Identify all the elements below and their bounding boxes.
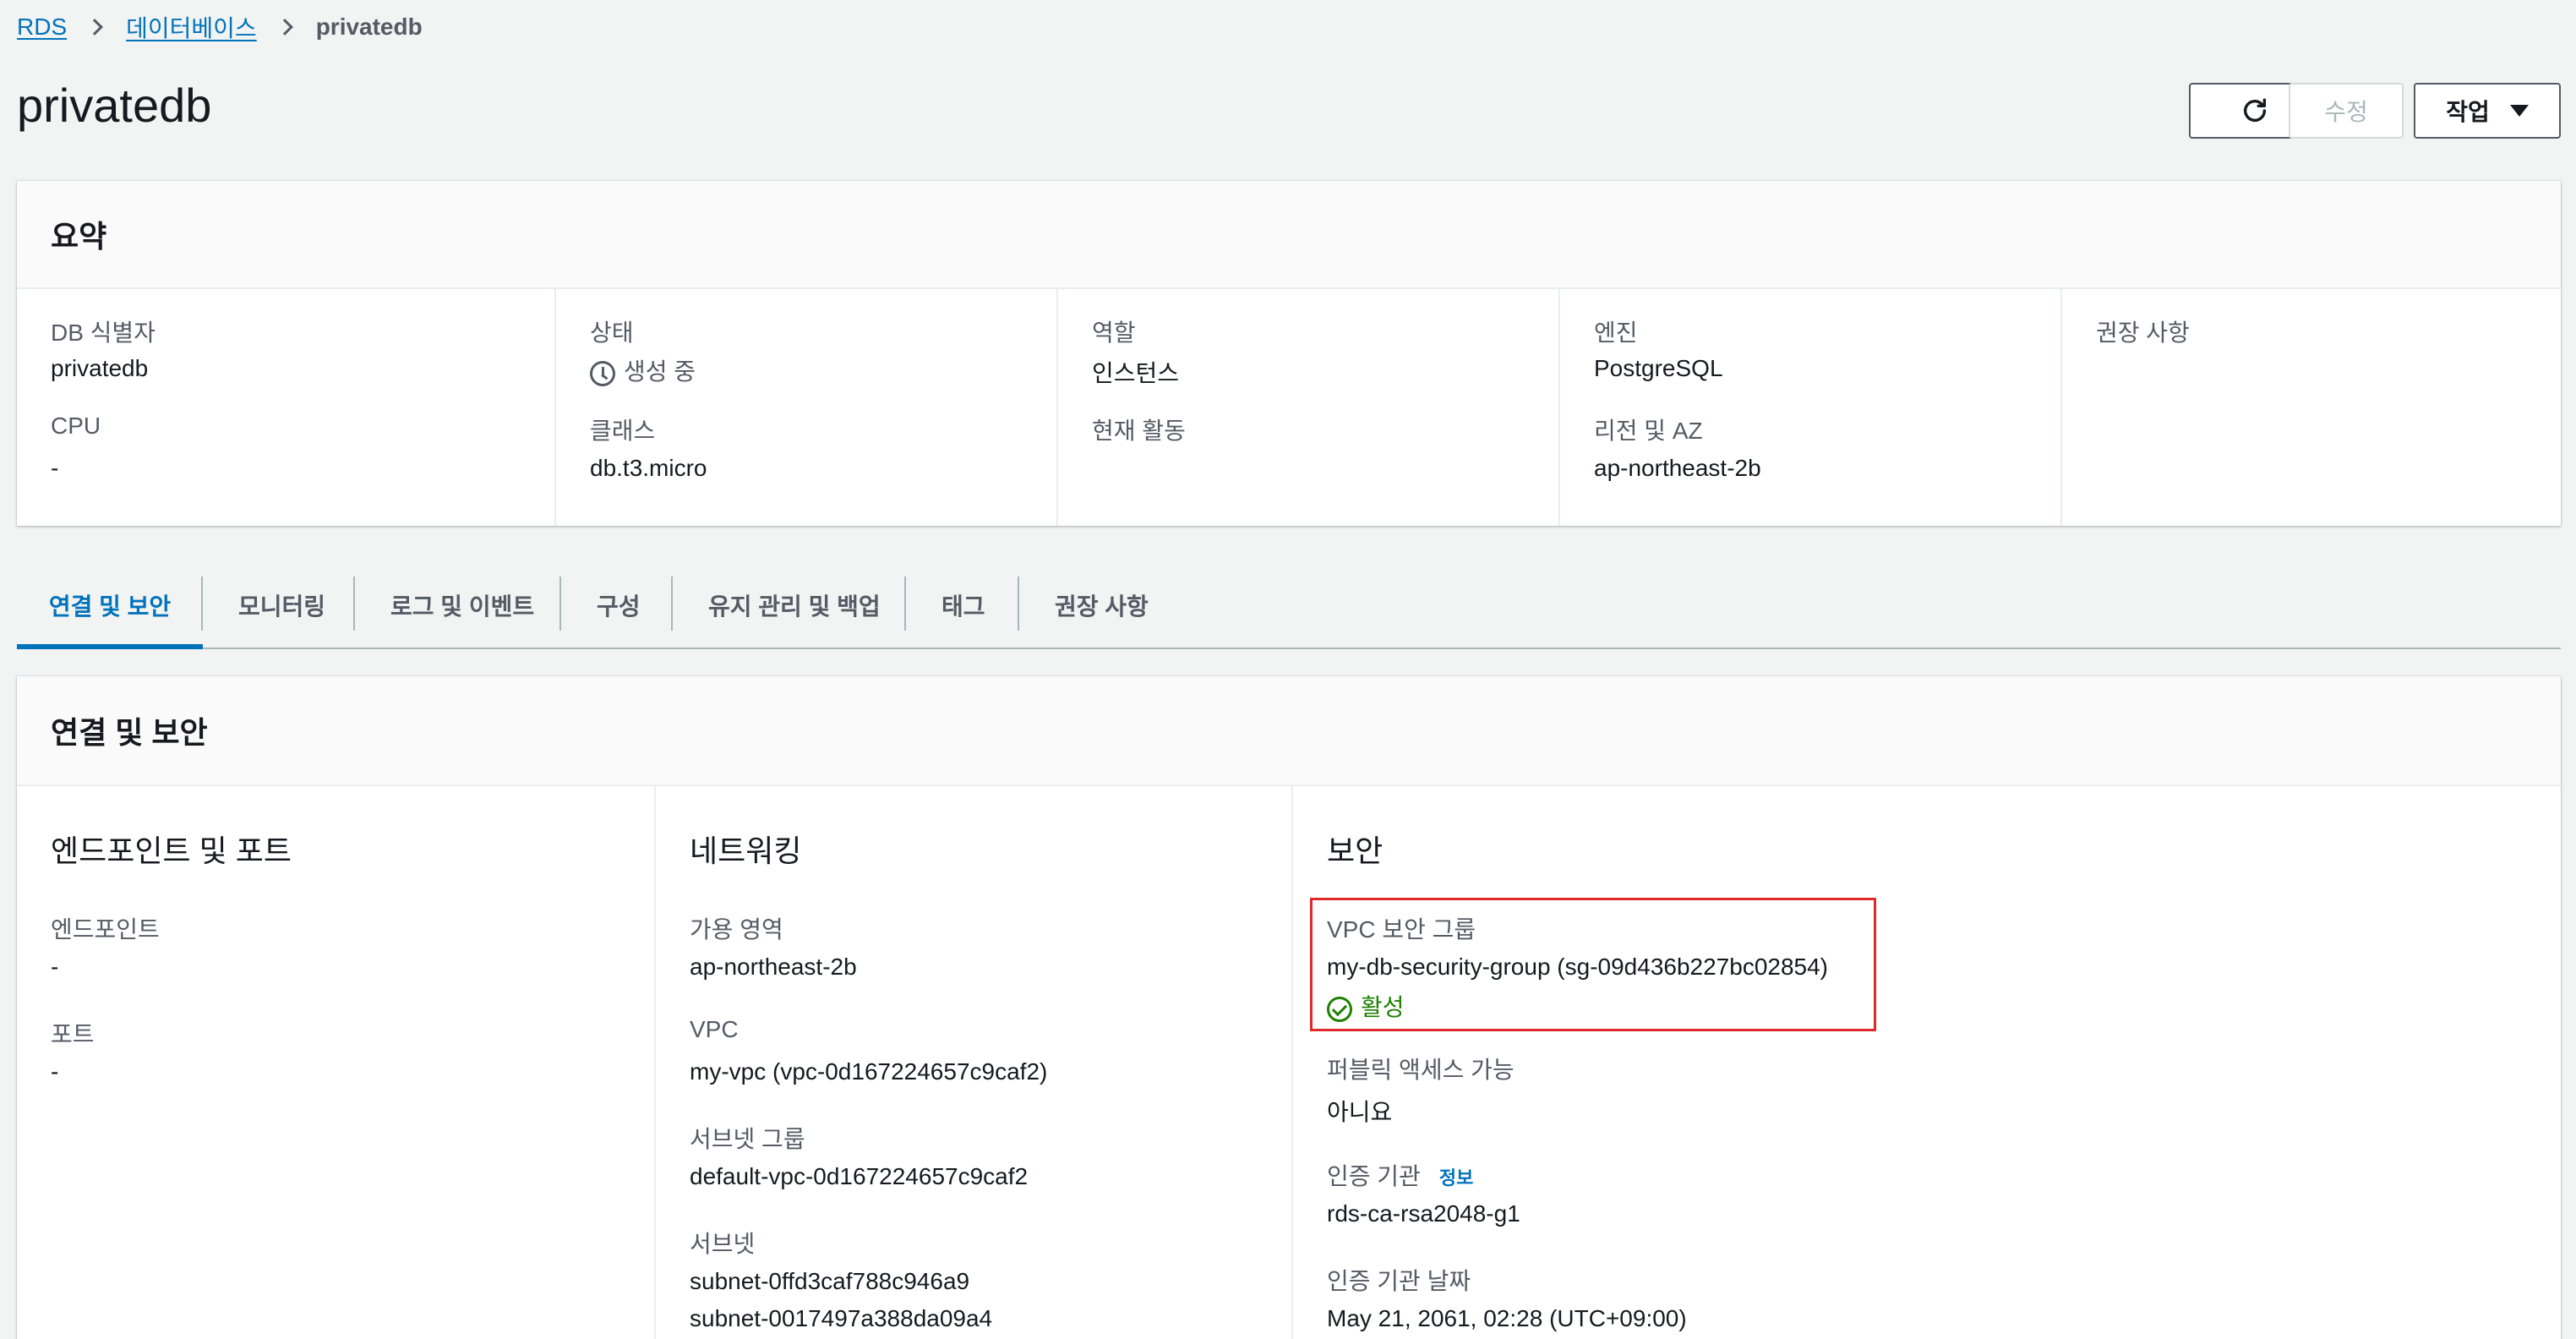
tab-configuration[interactable]: 구성 — [597, 563, 641, 648]
recommendations-label: 권장 사항 — [2096, 320, 2190, 346]
ca-date-value: May 21, 2061, 02:28 (UTC+09:00) — [1327, 1305, 1687, 1331]
tab-logs-events[interactable]: 로그 및 이벤트 — [390, 563, 534, 648]
subnet-link[interactable]: subnet-0ffd3caf788c946a9 — [690, 1268, 969, 1295]
tab-divider — [1018, 577, 1019, 631]
ca-label: 인증 기관 — [1327, 1163, 1421, 1189]
summary-title: 요약 — [17, 181, 2561, 289]
role-value: 인스턴스 — [1092, 360, 1180, 386]
db-identifier-value: privatedb — [51, 355, 149, 381]
networking-section-title: 네트워킹 — [690, 833, 802, 868]
endpoint-section-title: 엔드포인트 및 포트 — [51, 833, 292, 868]
refresh-icon — [2243, 98, 2267, 122]
chevron-right-icon — [86, 19, 104, 36]
engine-value: PostgreSQL — [1594, 355, 1723, 381]
clock-icon — [590, 360, 615, 386]
ca-value: rds-ca-rsa2048-g1 — [1327, 1200, 1520, 1227]
tab-divider — [559, 577, 561, 631]
breadcrumb-current: privatedb — [315, 14, 423, 40]
tab-monitoring[interactable]: 모니터링 — [238, 563, 325, 648]
port-value: - — [51, 1058, 59, 1085]
breadcrumb: RDS 데이터베이스 privatedb — [17, 12, 423, 42]
connectivity-title: 연결 및 보안 — [17, 676, 2561, 786]
public-access-value: 아니요 — [1327, 1099, 1393, 1125]
class-value: db.t3.micro — [590, 455, 707, 481]
summary-col-role: 역할 인스턴스 현재 활동 — [1056, 289, 1558, 526]
subnet-group-value: default-vpc-0d167224657c9caf2 — [690, 1163, 1029, 1189]
subnet-group-label: 서브넷 그룹 — [690, 1126, 805, 1152]
tab-divider — [201, 577, 203, 631]
subnets-label: 서브넷 — [690, 1231, 756, 1257]
status-label: 상태 — [590, 320, 634, 346]
endpoint-section: 엔드포인트 및 포트 엔드포인트 - 포트 - — [17, 786, 654, 1339]
port-label: 포트 — [51, 1021, 95, 1047]
breadcrumb-databases[interactable]: 데이터베이스 — [126, 10, 257, 44]
cpu-label: CPU — [51, 413, 101, 439]
vpc-link[interactable]: my-vpc (vpc-0d167224657c9caf2) — [690, 1058, 1047, 1085]
summary-col-engine: 엔진 PostgreSQL 리전 및 AZ ap-northeast-2b — [1558, 289, 2060, 526]
summary-col-recommendations: 권장 사항 — [2060, 289, 2561, 526]
summary-col-status: 상태 생성 중 클래스 db.t3.micro — [554, 289, 1056, 526]
region-label: 리전 및 AZ — [1594, 418, 1703, 444]
subnet-link[interactable]: subnet-0017497a388da09a4 — [690, 1305, 992, 1332]
tab-divider — [671, 577, 673, 631]
networking-section: 네트워킹 가용 영역 ap-northeast-2b VPC my-vpc (v… — [654, 786, 1291, 1339]
ca-date-label: 인증 기관 날짜 — [1327, 1268, 1471, 1294]
db-identifier-label: DB 식별자 — [51, 320, 156, 346]
security-section-title: 보안 — [1327, 833, 1384, 868]
actions-label: 작업 — [2446, 99, 2490, 125]
summary-panel: 요약 DB 식별자 privatedb CPU - 상태 생성 중 클래스 db… — [17, 181, 2561, 526]
tab-maintenance-backup[interactable]: 유지 관리 및 백업 — [708, 563, 881, 648]
endpoint-value: - — [51, 954, 59, 980]
chevron-right-icon — [276, 19, 293, 36]
status-value: 생성 중 — [590, 353, 696, 387]
status-text: 생성 중 — [624, 358, 696, 385]
public-access-label: 퍼블릭 액세스 가능 — [1327, 1057, 1514, 1083]
summary-col-identifier: DB 식별자 privatedb CPU - — [17, 289, 554, 526]
current-activity-label: 현재 활동 — [1092, 418, 1186, 444]
role-label: 역할 — [1092, 320, 1136, 346]
tab-divider — [353, 577, 355, 631]
tab-divider — [904, 577, 906, 631]
tab-recommendations[interactable]: 권장 사항 — [1055, 563, 1149, 648]
tab-connectivity-security[interactable]: 연결 및 보안 — [17, 563, 203, 649]
highlight-box — [1310, 898, 1876, 1031]
cpu-value: - — [51, 455, 59, 481]
class-label: 클래스 — [590, 418, 656, 444]
caret-down-icon — [2509, 105, 2529, 117]
endpoint-label: 엔드포인트 — [51, 916, 160, 943]
vpc-label: VPC — [690, 1016, 739, 1042]
az-label: 가용 영역 — [690, 916, 783, 943]
az-value: ap-northeast-2b — [690, 954, 857, 980]
page-title: privatedb — [17, 79, 212, 132]
edit-button[interactable]: 수정 — [2289, 83, 2404, 139]
connectivity-security-panel: 연결 및 보안 엔드포인트 및 포트 엔드포인트 - 포트 - 네트워킹 가용 … — [17, 676, 2561, 1339]
ca-info-link[interactable]: 정보 — [1439, 1167, 1473, 1189]
breadcrumb-rds[interactable]: RDS — [17, 14, 67, 41]
region-value: ap-northeast-2b — [1594, 455, 1761, 481]
tab-tags[interactable]: 태그 — [941, 563, 985, 648]
ca-label-row: 인증 기관 정보 — [1327, 1158, 1473, 1192]
security-section: 보안 VPC 보안 그룹 my-db-security-group (sg-09… — [1291, 786, 2561, 1339]
engine-label: 엔진 — [1594, 320, 1638, 346]
tab-bar: 연결 및 보안 모니터링 로그 및 이벤트 구성 유지 관리 및 백업 태그 권… — [17, 563, 2561, 649]
actions-button[interactable]: 작업 — [2414, 83, 2561, 139]
